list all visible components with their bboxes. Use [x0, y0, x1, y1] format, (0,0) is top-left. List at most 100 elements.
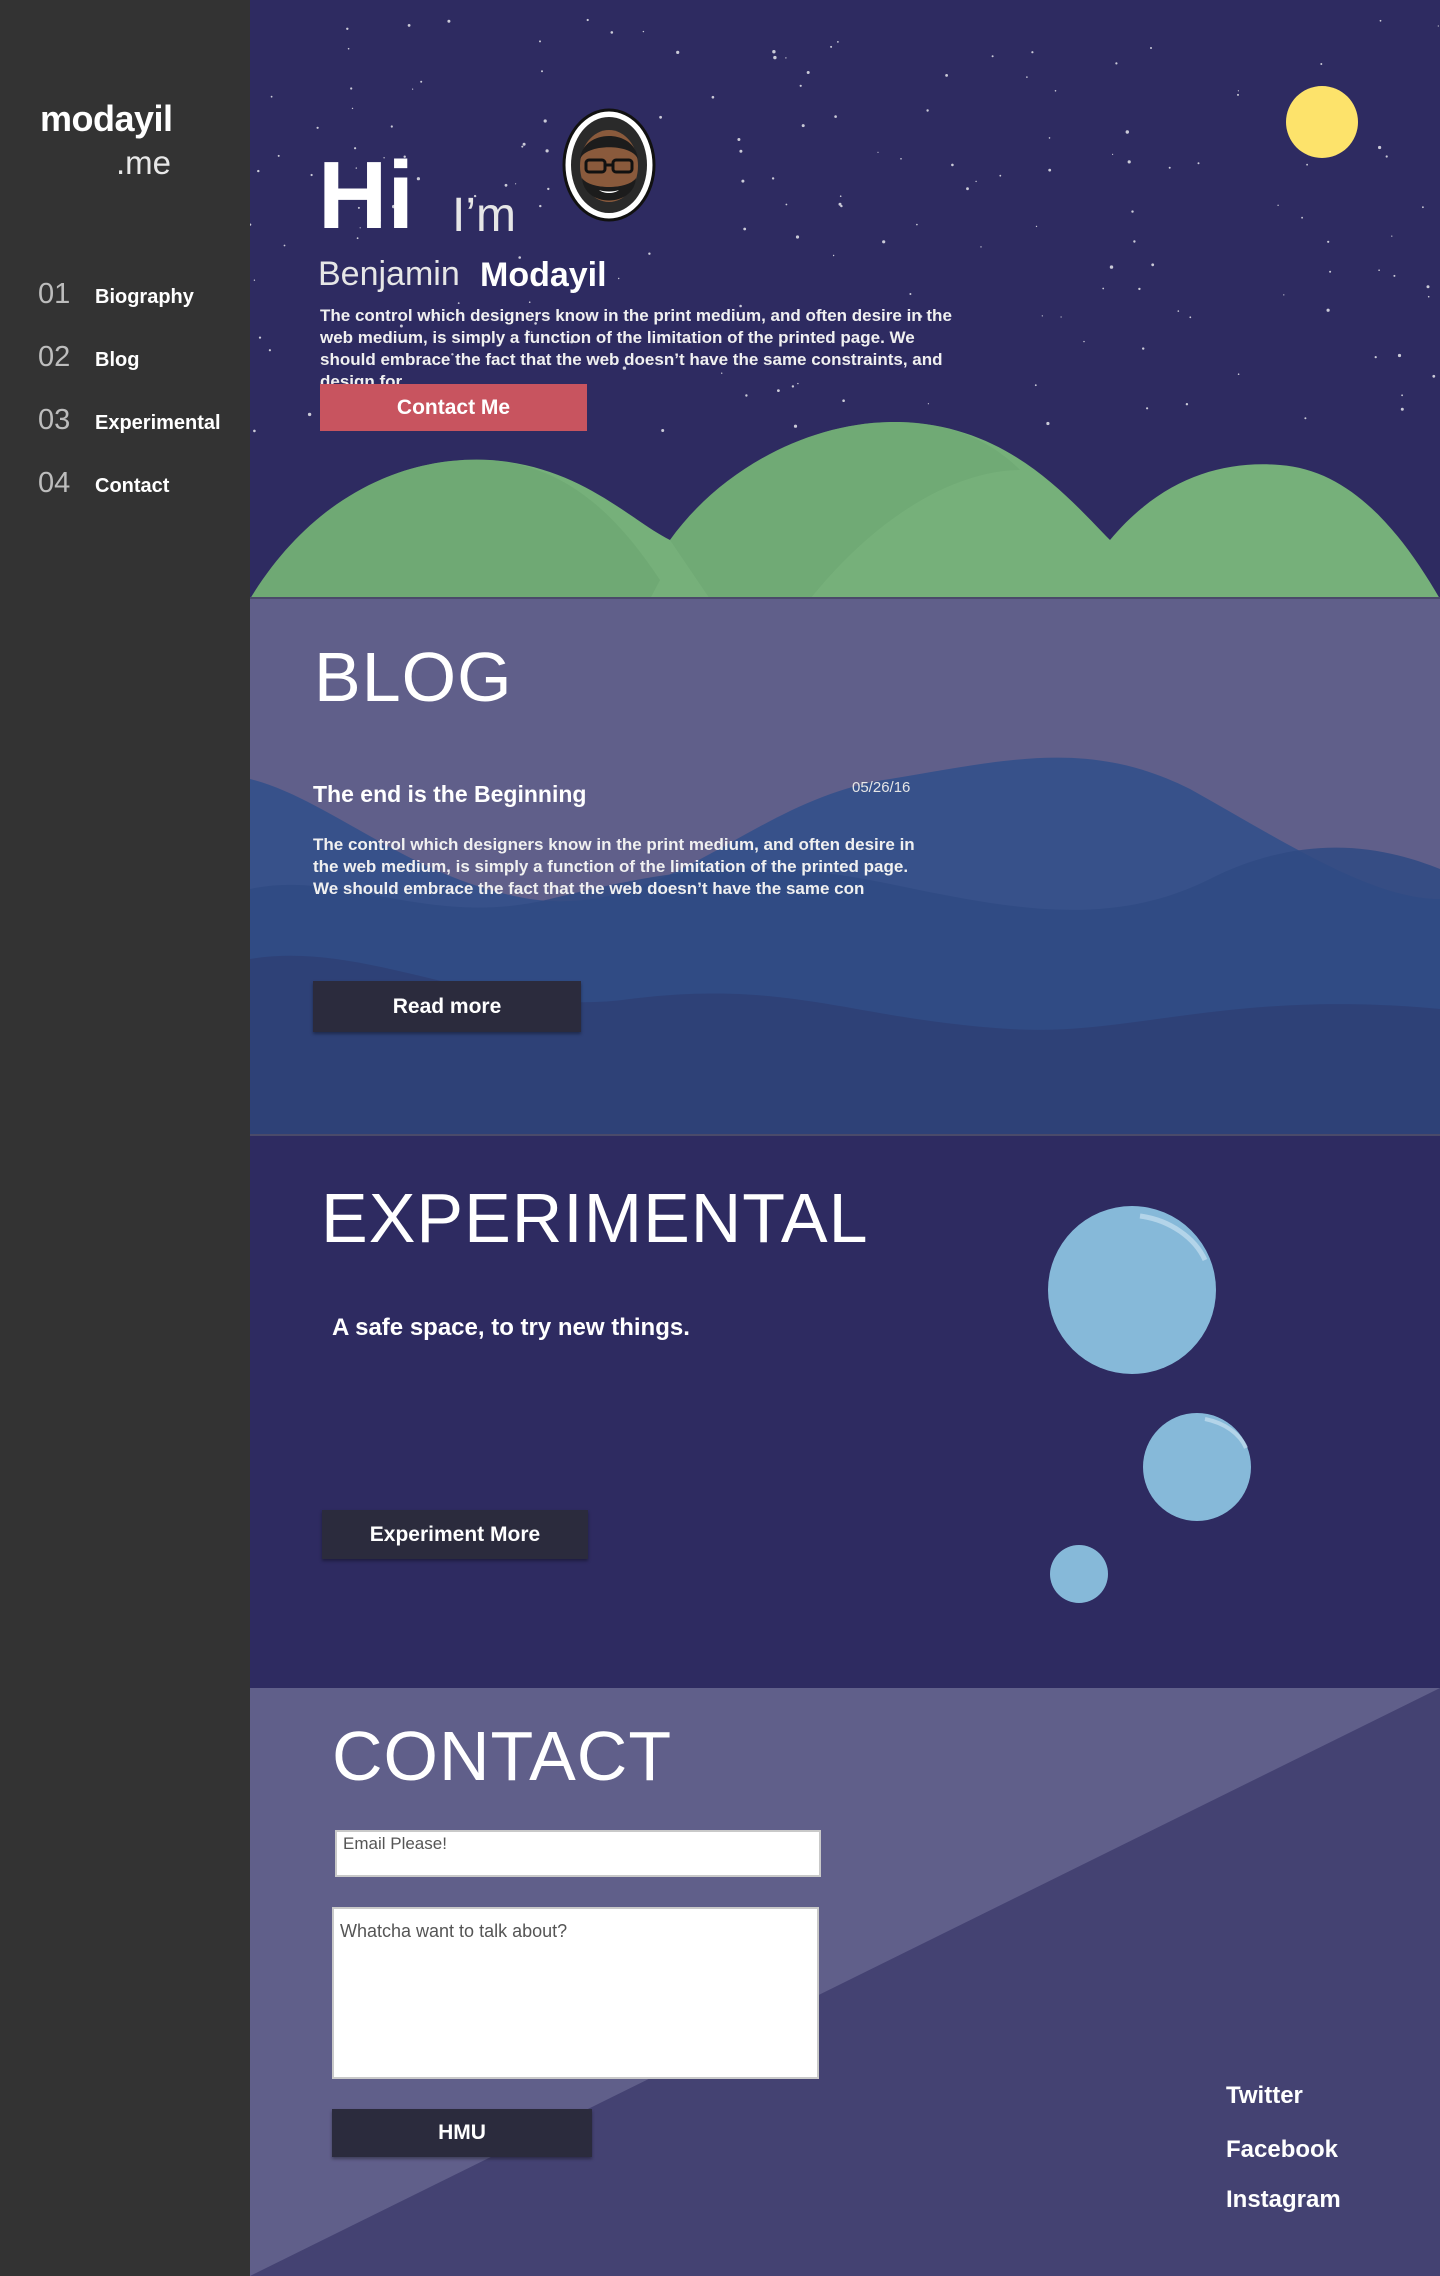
nav-number: 03 [38, 404, 71, 436]
star [407, 24, 411, 27]
star [1301, 216, 1303, 219]
star [837, 41, 839, 43]
star [522, 142, 526, 146]
star [799, 84, 802, 87]
moon-icon [1286, 86, 1358, 158]
main-content: Hi I’m Benjamin Modayil The control whic… [250, 0, 1440, 2276]
star [1185, 403, 1189, 406]
star [806, 71, 810, 74]
star [586, 18, 589, 22]
message-field[interactable] [332, 1907, 819, 2079]
nav-label: Contact [95, 475, 170, 497]
bubble-icon [1143, 1413, 1251, 1521]
star [1432, 374, 1436, 378]
star [793, 424, 798, 428]
post-date: 05/26/16 [852, 779, 911, 796]
hero-description: The control which designers know in the … [320, 306, 952, 391]
star [900, 158, 902, 160]
experiment-more-button[interactable]: Experiment More [322, 1510, 588, 1559]
contact-section: CONTACT HMU Twitter Facebook Instagram [250, 1688, 1440, 2276]
star [1237, 90, 1239, 92]
star [1026, 76, 1028, 78]
star [1304, 417, 1307, 420]
facebook-link[interactable]: Facebook [1226, 2136, 1338, 2164]
star [1422, 206, 1424, 209]
logo-name[interactable]: modayil [40, 98, 173, 140]
star [618, 277, 620, 280]
star [416, 177, 420, 181]
blog-heading: BLOG [314, 638, 513, 716]
star [916, 223, 918, 226]
star [277, 154, 280, 157]
star [773, 55, 777, 60]
star [1177, 310, 1180, 312]
star [541, 70, 543, 73]
star [1327, 240, 1330, 243]
nav-item-blog[interactable]: 02 Blog [38, 341, 238, 381]
logo-suffix: .me [116, 144, 172, 181]
star [1131, 210, 1134, 213]
twitter-link[interactable]: Twitter [1226, 2082, 1306, 2110]
star [840, 204, 843, 208]
star [1427, 295, 1430, 298]
star [307, 412, 312, 417]
star [795, 235, 800, 239]
nav-item-contact[interactable]: 04 Contact [38, 467, 238, 507]
star [741, 179, 745, 183]
bubble-icon [1050, 1545, 1108, 1603]
star [515, 183, 517, 185]
contact-me-button[interactable]: Contact Me [320, 384, 587, 431]
read-more-button[interactable]: Read more [313, 981, 581, 1032]
star [253, 279, 256, 281]
star [1138, 287, 1141, 291]
star [966, 187, 969, 191]
star [975, 180, 977, 183]
star [457, 302, 460, 304]
instagram-link[interactable]: Instagram [1226, 2186, 1341, 2214]
star [1400, 407, 1404, 411]
post-title[interactable]: The end is the Beginning [313, 781, 586, 808]
star [1378, 145, 1382, 150]
star [737, 138, 741, 141]
star [1237, 93, 1239, 96]
star [1046, 421, 1050, 426]
star [268, 349, 271, 352]
star [351, 107, 354, 110]
experimental-heading: EXPERIMENTAL [321, 1179, 869, 1257]
star [1142, 347, 1145, 350]
star [661, 429, 665, 432]
hero-section: Hi I’m Benjamin Modayil The control whic… [250, 0, 1440, 599]
star [1189, 316, 1192, 319]
first-name: Benjamin [318, 255, 460, 293]
star [1283, 294, 1285, 296]
star [1320, 63, 1323, 65]
star [1060, 316, 1062, 318]
star [543, 119, 547, 123]
star [1125, 130, 1129, 134]
submit-button[interactable]: HMU [332, 2109, 592, 2157]
star [1378, 269, 1380, 272]
nav-item-biography[interactable]: 01 Biography [38, 278, 238, 318]
star [743, 227, 747, 231]
star [945, 74, 948, 77]
nav-item-experimental[interactable]: 03 Experimental [38, 404, 238, 444]
star [1150, 47, 1152, 49]
star [642, 30, 645, 33]
star [504, 183, 508, 187]
nav-number: 04 [38, 467, 71, 499]
star [1035, 225, 1038, 228]
star [834, 115, 837, 118]
star [250, 223, 252, 226]
star [951, 163, 954, 167]
blog-section: BLOG The end is the Beginning 05/26/16 T… [250, 599, 1440, 1136]
star [676, 50, 680, 55]
nav-label: Blog [95, 349, 140, 371]
star [1329, 270, 1332, 273]
star [1041, 315, 1043, 317]
email-field[interactable] [335, 1830, 821, 1877]
star [711, 95, 715, 99]
star [842, 399, 845, 403]
star [1083, 340, 1085, 343]
star [991, 55, 994, 58]
star [610, 31, 614, 34]
